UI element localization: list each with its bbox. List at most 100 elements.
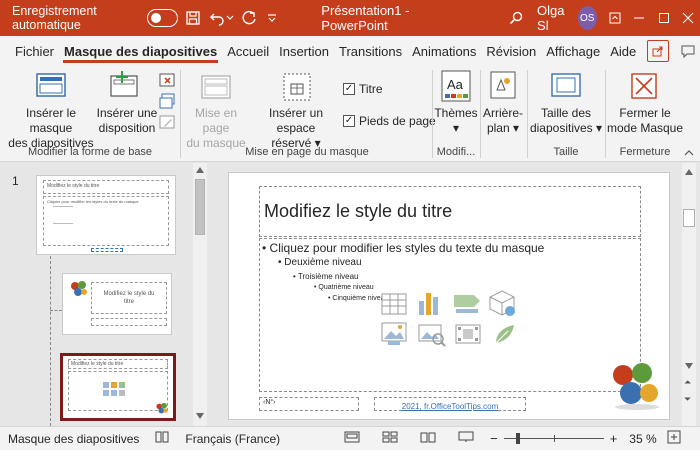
thumbnail-layout-title[interactable]: Modifiez le style du titre <box>62 273 172 335</box>
tab-review[interactable]: Révision <box>481 36 541 66</box>
footer-placeholder[interactable]: 2021, fr.OfficeToolTips.com <box>374 397 526 411</box>
ribbon: Insérer le masque des diapositives Insér… <box>0 66 700 162</box>
slide-number-placeholder[interactable]: ‹N°› <box>259 397 359 411</box>
insert-3d-model-icon[interactable] <box>488 289 516 320</box>
group-size-label: Taille <box>553 146 579 158</box>
undo-dropdown-icon[interactable] <box>226 7 234 29</box>
insert-chart-icon[interactable] <box>417 289 443 320</box>
normal-view-icon[interactable] <box>344 431 360 446</box>
footers-checkbox-box[interactable]: ✓ <box>343 115 355 127</box>
scroll-up-icon[interactable] <box>685 169 693 175</box>
tab-insert[interactable]: Insertion <box>274 36 334 66</box>
slideshow-icon[interactable] <box>458 431 474 446</box>
thumbnail-connector <box>50 256 51 426</box>
next-slide-icon[interactable]: ⏷ <box>684 395 691 404</box>
thumb-master-body: Cliquez pour modifier les styles du text… <box>47 199 139 204</box>
fit-to-window-icon[interactable] <box>667 430 681 447</box>
insert-icons-icon[interactable] <box>490 319 518 350</box>
insert-table-icon[interactable] <box>380 292 408 319</box>
tab-help[interactable]: Aide <box>605 36 641 66</box>
customize-qat-icon[interactable] <box>264 7 282 29</box>
undo-icon[interactable] <box>208 7 226 29</box>
footers-checkbox-label: Pieds de page <box>359 114 436 128</box>
insert-online-picture-icon[interactable] <box>417 321 447 350</box>
zoom-slider-thumb[interactable] <box>515 432 520 444</box>
themes-icon: Aa <box>441 70 471 105</box>
preserve-icon[interactable] <box>159 114 175 133</box>
zoom-level[interactable]: 35 % <box>629 432 656 446</box>
title-placeholder[interactable]: Modifiez le style du titre <box>259 186 641 237</box>
close-icon[interactable] <box>676 0 700 36</box>
insert-slide-master-button[interactable]: Insérer le masque des diapositives <box>3 106 99 151</box>
slide-size-button[interactable]: Taille des diapositives ▾ <box>527 106 605 136</box>
previous-slide-icon[interactable]: ⏶ <box>684 378 691 387</box>
slide-scrollbar[interactable]: ⏶ ⏷ <box>682 163 696 426</box>
zoom-slider[interactable] <box>503 432 604 445</box>
title-checkbox[interactable]: ✓ Titre <box>343 82 383 96</box>
user-name[interactable]: Olga Sl <box>537 3 571 33</box>
thumbnail-slide-master[interactable]: Modifiez le style du titre Cliquez pour … <box>36 175 176 255</box>
share-icon[interactable] <box>647 40 670 62</box>
footers-checkbox[interactable]: ✓ Pieds de page <box>343 114 436 128</box>
slide-canvas[interactable]: Modifiez le style du titre • Cliquez pou… <box>228 172 670 420</box>
insert-smartart-icon[interactable] <box>452 291 482 318</box>
scrollbar-thumb[interactable] <box>683 209 695 227</box>
zoom-slider-tick <box>553 434 555 442</box>
thumb-layout2-icons <box>103 382 133 401</box>
thumbnail-scrollbar[interactable] <box>193 163 207 426</box>
view-name: Masque des diapositives <box>8 431 140 446</box>
slide-size-icon <box>550 72 582 103</box>
office-logo-icon <box>155 402 169 418</box>
maximize-icon[interactable] <box>651 0 675 36</box>
insert-placeholder-button[interactable]: Insérer un espace réservé ▾ <box>250 106 342 151</box>
tab-animations[interactable]: Animations <box>407 36 481 66</box>
close-master-view-button[interactable]: Fermer le mode Masque <box>605 106 685 136</box>
tab-slide-master[interactable]: Masque des diapositives <box>59 36 222 66</box>
close-master-view-icon <box>630 72 658 103</box>
bullet-level-2: • Deuxième niveau <box>278 257 362 268</box>
insert-layout-button[interactable]: Insérer une disposition <box>96 106 158 136</box>
reading-view-icon[interactable] <box>420 431 436 446</box>
user-avatar[interactable]: OS <box>577 6 597 30</box>
autosave-toggle[interactable] <box>146 9 179 27</box>
scrollbar-thumb[interactable] <box>195 179 205 235</box>
ribbon-display-options-icon[interactable] <box>603 0 627 36</box>
slide-sorter-icon[interactable] <box>382 431 398 446</box>
zoom-in-button[interactable]: + <box>610 431 618 446</box>
tab-transitions[interactable]: Transitions <box>334 36 407 66</box>
save-icon[interactable] <box>184 7 202 29</box>
collapse-ribbon-icon[interactable] <box>684 146 694 160</box>
thumbnail-connector <box>50 310 62 311</box>
delete-slide-icon[interactable] <box>159 72 175 91</box>
scroll-down-icon[interactable] <box>196 413 204 419</box>
tab-file[interactable]: Fichier <box>10 36 59 66</box>
zoom-out-button[interactable]: − <box>490 431 498 446</box>
body-placeholder[interactable]: • Cliquez pour modifier les styles du te… <box>259 238 641 392</box>
background-label-2: plan ▾ <box>486 121 520 135</box>
insert-picture-icon[interactable] <box>380 321 408 350</box>
ribbon-tabs: Fichier Masque des diapositives Accueil … <box>0 36 700 66</box>
insert-video-icon[interactable] <box>454 321 482 350</box>
document-title: Présentation1 - PowerPoint <box>321 3 410 33</box>
search-icon[interactable] <box>507 7 525 29</box>
spelling-icon[interactable] <box>155 431 169 446</box>
master-layout-button[interactable]: Mise en page du masque <box>180 106 252 151</box>
scroll-up-icon[interactable] <box>196 167 204 173</box>
rename-icon[interactable] <box>159 93 175 112</box>
group-close-label: Fermeture <box>619 146 671 158</box>
background-label-1: Arrière- <box>482 106 523 120</box>
tab-view[interactable]: Affichage <box>541 36 605 66</box>
minimize-icon[interactable] <box>627 0 651 36</box>
comments-icon[interactable] <box>677 40 699 62</box>
scroll-down-icon[interactable] <box>685 363 693 369</box>
title-checkbox-box[interactable]: ✓ <box>343 83 355 95</box>
tab-home[interactable]: Accueil <box>222 36 274 66</box>
themes-label: Thèmes <box>434 106 478 120</box>
background-button[interactable]: Arrière- plan ▾ <box>478 106 528 136</box>
thumbnail-layout-content[interactable]: Modifiez le style du titre <box>60 353 176 421</box>
close-master-label-1: Fermer le <box>619 106 671 120</box>
redo-icon[interactable] <box>240 7 258 29</box>
bullet-level-4: • Quatrième niveau <box>314 284 374 291</box>
language[interactable]: Français (France) <box>185 432 280 446</box>
themes-button[interactable]: Thèmes ▾ <box>432 106 480 136</box>
